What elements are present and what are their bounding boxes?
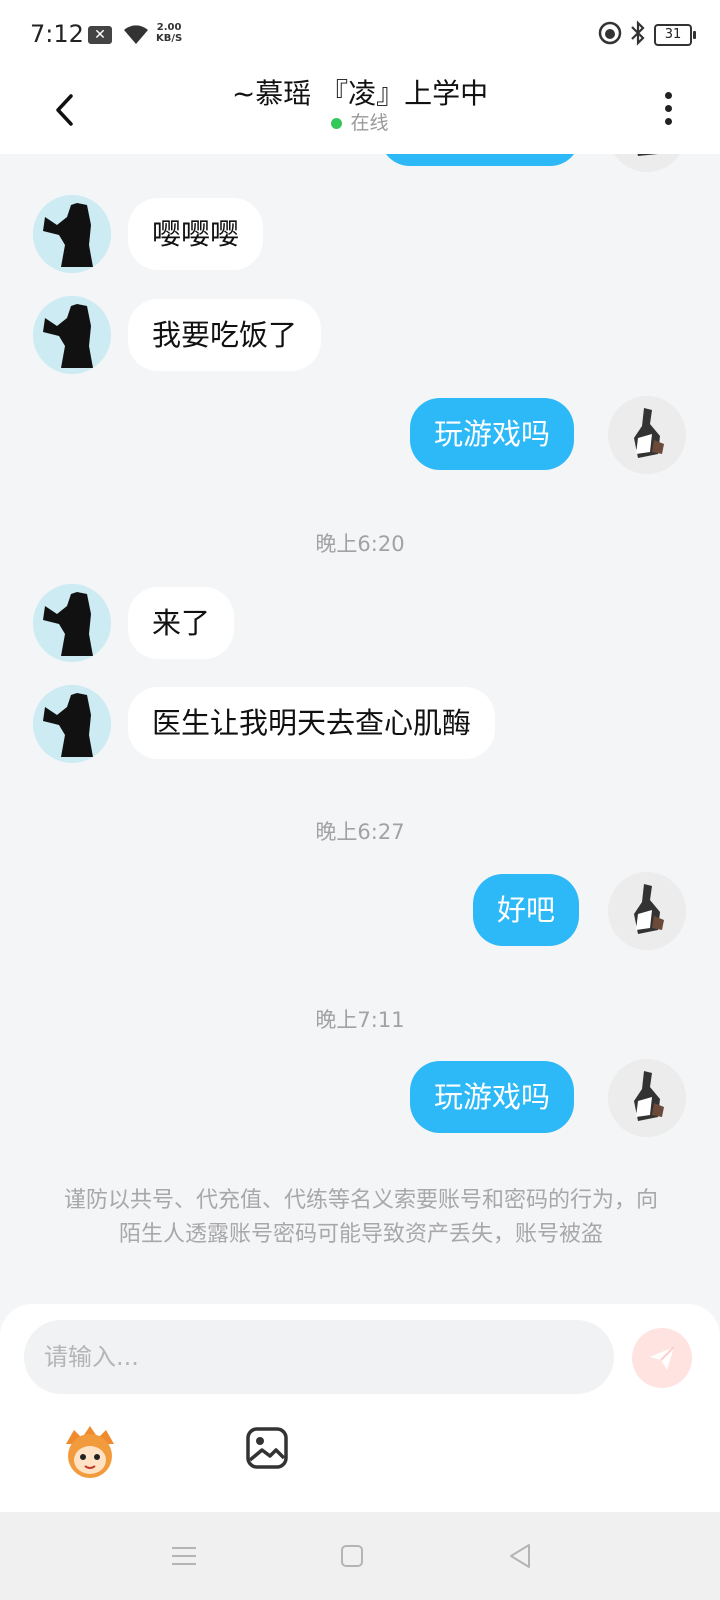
net-speed-value: 2.00 [156,22,182,33]
status-bar: 7:12 ✕ 2.00 KB/S 31 [0,0,720,72]
chat-header: ~慕瑶 『凌』上学中 在线 [0,72,720,154]
message-bubble-received[interactable]: 医生让我明天去查心肌酶 [128,687,496,759]
status-time: 7:12 [30,20,84,48]
my-avatar[interactable] [608,396,686,474]
my-avatar[interactable] [608,1059,686,1137]
bluetooth-icon [630,20,646,50]
contact-avatar[interactable] [33,685,111,763]
composer-panel [0,1304,720,1512]
message-input[interactable] [24,1320,614,1394]
notification-x-icon: ✕ [88,26,112,44]
emoji-mascot-icon [66,1426,114,1478]
message-bubble-received[interactable]: 嘤嘤嘤 [128,198,264,270]
online-status: 在线 [0,108,720,135]
emoji-button[interactable] [60,1422,120,1482]
system-nav-bar [0,1512,720,1600]
timestamp: 晚上7:11 [315,1008,405,1032]
chat-title: ~慕瑶 『凌』上学中 [231,77,489,110]
send-icon [650,1346,675,1370]
my-avatar[interactable] [608,154,686,172]
nav-menu-button[interactable] [166,1538,202,1574]
wifi-icon [122,22,150,50]
do-not-disturb-icon [598,21,622,49]
message-bubble-sent[interactable]: 玩游戏吗 [410,398,575,470]
triangle-back-icon [510,1544,530,1568]
net-speed-unit: KB/S [156,33,183,44]
menu-icon [172,1547,196,1565]
square-icon [341,1545,363,1567]
online-status-text: 在线 [350,112,389,134]
my-avatar[interactable] [608,872,686,950]
timestamp: 晚上6:20 [315,532,405,556]
more-options-button[interactable] [656,84,680,132]
message-bubble-sent[interactable]: 玩游戏吗 [410,1061,575,1133]
message-bubble-sent[interactable]: 好吧 [473,874,580,946]
send-button[interactable] [632,1328,692,1388]
image-button[interactable] [245,1426,293,1474]
message-bubble-received[interactable]: 来了 [128,587,235,659]
security-warning: 谨防以共号、代充值、代练等名义索要账号和密码的行为，向陌生人透露账号密码可能导致… [63,1188,658,1247]
contact-avatar[interactable] [33,584,111,662]
message-bubble-sent-partial[interactable] [380,154,580,166]
battery-icon: 31 [654,24,696,46]
image-icon [246,1427,288,1469]
net-speed: 2.00 KB/S [156,22,182,44]
contact-avatar[interactable] [33,195,111,273]
timestamp: 晚上6:27 [315,820,405,844]
message-list[interactable]: 嘤嘤嘤 我要吃饭了 玩游戏吗 晚上6:20 来了 医生让我明天去查心肌酶 晚上6… [0,154,720,1304]
online-dot-icon [331,118,343,129]
contact-avatar[interactable] [33,296,111,374]
nav-back-button[interactable] [502,1538,538,1574]
message-bubble-received[interactable]: 我要吃饭了 [128,299,322,371]
nav-home-button[interactable] [334,1538,370,1574]
